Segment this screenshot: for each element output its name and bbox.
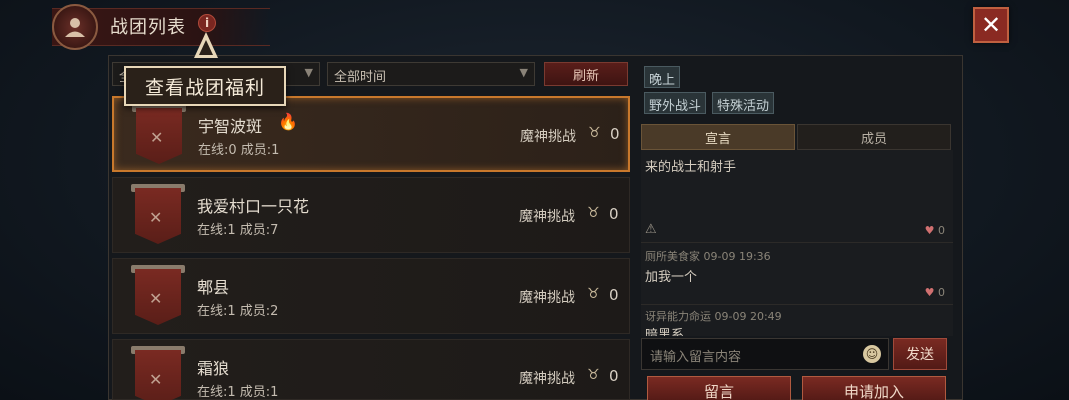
message-divider [641, 304, 953, 305]
challenge-count: 0 [609, 286, 619, 304]
demon-skull-icon: ♉ [587, 367, 600, 383]
message-text: 来的战士和射手 [645, 160, 737, 175]
challenge-label: 魔神挑战 [519, 290, 575, 306]
message-meta: 厕所美食家 09-09 19:36 [645, 248, 771, 264]
message-time: 09-09 19:36 [703, 250, 771, 263]
demon-skull-icon: ♉ [587, 205, 600, 221]
message-meta: 讶异能力命运 09-09 20:49 [645, 308, 782, 324]
refresh-button[interactable]: 刷新 [544, 62, 628, 86]
heart-icon: ♥ [924, 224, 935, 237]
guild-stats: 在线:1 成员:1 [197, 385, 279, 400]
challenge-count: 0 [609, 367, 619, 385]
guild-name: 我爱村口一只花 [197, 197, 310, 216]
guild-name: 宇智波斑 [198, 117, 263, 136]
info-icon[interactable]: i [198, 14, 216, 32]
tag-field-battle: 野外战斗 [644, 92, 707, 114]
like-count: 0 [938, 224, 945, 237]
fire-icon: 🔥 [278, 112, 298, 131]
time-filter-select[interactable]: 全部时间 ▼ [327, 62, 535, 86]
chevron-down-icon: ▼ [304, 66, 313, 79]
tooltip-pointer-inner [199, 40, 213, 55]
crossed-axes-icon: ✕ [149, 289, 163, 308]
crossed-axes-icon: ✕ [149, 370, 163, 389]
like-button[interactable]: ♥ 0 [925, 224, 945, 237]
message-input[interactable]: 请输入留言内容 [641, 338, 889, 370]
message-text: 加我一个 [645, 270, 698, 285]
guild-stats: 在线:1 成员:2 [197, 304, 279, 319]
message-board[interactable]: 来的战士和射手 ⚠ ♥ 0 厕所美食家 09-09 19:36 加我一个 ♥ 0… [641, 150, 953, 336]
guild-row[interactable]: ✕ 霜狼 在线:1 成员:1 魔神挑战 ♉ 0 [112, 339, 630, 400]
guild-stats: 在线:0 成员:1 [198, 143, 280, 158]
tab-declaration[interactable]: 宣言 [641, 124, 795, 150]
report-warning-icon[interactable]: ⚠ [645, 222, 657, 237]
page-title: 战团列表 [110, 17, 186, 38]
heart-icon: ♥ [924, 286, 935, 299]
guild-row[interactable]: ✕ 宇智波斑 🔥 在线:0 成员:1 魔神挑战 ♉ 0 [112, 96, 630, 172]
challenge-count: 0 [610, 125, 620, 143]
challenge-count: 0 [609, 205, 619, 223]
challenge-label: 魔神挑战 [519, 371, 575, 387]
apply-join-button[interactable]: 申请加入 [802, 376, 946, 400]
guild-emblem-icon [52, 4, 98, 50]
message-divider [641, 242, 953, 243]
demon-skull-icon: ♉ [588, 125, 601, 141]
emoji-icon[interactable]: ☺ [863, 345, 881, 363]
tab-members[interactable]: 成员 [797, 124, 951, 150]
like-count: 0 [938, 286, 945, 299]
challenge-label: 魔神挑战 [519, 209, 575, 225]
message-text: 暗黑系 [645, 328, 685, 336]
benefits-tooltip[interactable]: 查看战团福利 [124, 66, 286, 106]
guild-stats: 在线:1 成员:7 [197, 223, 279, 238]
challenge-label: 魔神挑战 [520, 129, 576, 145]
chevron-down-icon: ▼ [519, 66, 528, 79]
demon-skull-icon: ♉ [587, 286, 600, 302]
tag-special-event: 特殊活动 [712, 92, 775, 114]
leave-message-button[interactable]: 留言 [647, 376, 791, 400]
message-time: 09-09 20:49 [714, 310, 782, 323]
like-button[interactable]: ♥ 0 [925, 286, 945, 299]
message-author: 讶异能力命运 [645, 310, 711, 323]
guild-name: 霜狼 [197, 359, 230, 378]
close-icon: ✕ [980, 11, 1002, 39]
message-author: 厕所美食家 [645, 250, 700, 263]
detail-tabs: 宣言 成员 [641, 124, 953, 150]
crossed-axes-icon: ✕ [150, 128, 164, 147]
send-button[interactable]: 发送 [893, 338, 947, 370]
time-filter-value: 全部时间 [334, 70, 387, 85]
guild-name: 郫县 [197, 278, 230, 297]
tag-evening: 晚上 [644, 66, 681, 88]
close-button[interactable]: ✕ [973, 7, 1009, 43]
crossed-axes-icon: ✕ [149, 208, 163, 227]
guild-row[interactable]: ✕ 郫县 在线:1 成员:2 魔神挑战 ♉ 0 [112, 258, 630, 334]
guild-row[interactable]: ✕ 我爱村口一只花 在线:1 成员:7 魔神挑战 ♉ 0 [112, 177, 630, 253]
